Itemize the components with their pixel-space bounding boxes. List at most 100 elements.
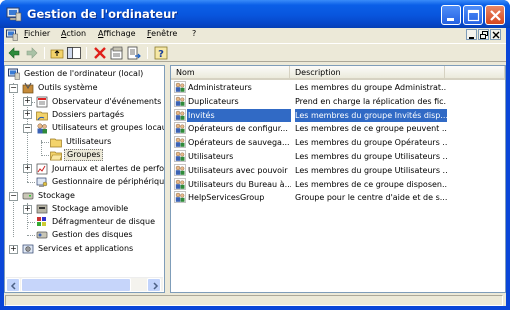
window-frame: Gestion de l'ordinateur Fichier Action A… <box>0 0 510 310</box>
group-description: Les membres de ce groupe disposen... <box>295 179 447 189</box>
group-name: Opérateurs de sauvega... <box>188 138 290 148</box>
tree-label: Stockage amovible <box>52 204 129 213</box>
tree-label: Utilisateurs <box>66 137 112 146</box>
client-area: Fichier Action Affichage Fenêtre ? ? Ges… <box>4 28 506 306</box>
menu-bar: Fichier Action Affichage Fenêtre ? <box>4 28 506 42</box>
group-description: Prend en charge la réplication des fic..… <box>295 96 447 106</box>
arrow-left-icon <box>10 282 16 290</box>
defrag-icon <box>37 217 46 226</box>
list-row[interactable]: Utilisateurs avec pouvoir Les membres du … <box>171 164 505 177</box>
minimize-button[interactable] <box>441 5 461 25</box>
group-description: Les membres du groupe Utilisateurs ... <box>295 152 447 161</box>
column-header-description[interactable]: Description <box>290 66 445 80</box>
minimize-icon <box>447 18 454 21</box>
properties-icon[interactable] <box>110 46 124 60</box>
up-folder-icon[interactable] <box>50 46 64 60</box>
forward-icon[interactable] <box>25 46 39 60</box>
tree-pane[interactable]: Gestion de l'ordinateur (local) − Outils… <box>4 65 165 293</box>
group-icon <box>174 150 186 162</box>
list-row[interactable]: Opérateurs de sauvega... Les membres du g… <box>171 136 505 149</box>
mdi-restore-button[interactable] <box>478 29 489 40</box>
list-row[interactable]: HelpServicesGroup Groupe pour le centre d… <box>171 191 505 204</box>
group-name: Invités <box>187 108 291 122</box>
group-icon <box>174 95 186 107</box>
tree-horizontal-scrollbar[interactable] <box>6 277 163 292</box>
expand-toggle[interactable]: + <box>9 245 18 254</box>
expand-toggle[interactable]: + <box>23 97 32 106</box>
menu-help[interactable]: ? <box>192 29 196 38</box>
tree-label: Services et applications <box>38 244 134 253</box>
expand-toggle[interactable]: + <box>23 205 32 214</box>
tree-line <box>27 222 35 223</box>
services-icon <box>22 244 34 254</box>
mdi-close-button[interactable] <box>490 29 501 40</box>
list-row[interactable]: Opérateurs de configur... Les membres de … <box>171 122 505 135</box>
disk-icon <box>22 192 34 200</box>
scroll-left-button[interactable] <box>6 278 20 292</box>
computer-icon <box>6 7 22 22</box>
tree-line <box>13 83 14 237</box>
toolbar-separator <box>86 47 87 59</box>
scroll-right-button[interactable] <box>147 278 161 292</box>
title-bar[interactable]: Gestion de l'ordinateur <box>0 0 510 28</box>
tree-line <box>41 155 49 156</box>
close-button[interactable] <box>485 5 505 25</box>
column-header-filler <box>445 66 505 80</box>
group-description: Les membres du groupe Utilisateurs ... <box>295 165 447 175</box>
computer-icon[interactable] <box>6 29 18 41</box>
toolbar-separator <box>44 47 45 59</box>
list-row[interactable]: Utilisateurs du Bureau à... Les membres d… <box>171 177 505 191</box>
delete-icon[interactable] <box>93 46 107 60</box>
help-icon[interactable]: ? <box>154 46 168 60</box>
toolbar-separator <box>147 47 148 59</box>
menu-fenetre[interactable]: Fenêtre <box>147 29 177 38</box>
device-manager-icon <box>36 177 48 187</box>
group-name: Utilisateurs avec pouvoir <box>188 165 288 175</box>
event-viewer-icon <box>36 96 48 108</box>
window-title: Gestion de l'ordinateur <box>27 7 177 21</box>
group-name: Administrateurs <box>188 83 252 92</box>
scroll-thumb[interactable] <box>21 278 131 292</box>
folder-open-icon <box>50 151 62 161</box>
tree-label: Gestion de l'ordinateur (local) <box>24 69 144 78</box>
disk-management-icon <box>36 231 48 239</box>
status-bar <box>4 295 506 306</box>
shared-folder-icon <box>36 111 48 121</box>
list-row[interactable]: Administrateurs Les membres du groupe Adm… <box>171 81 505 94</box>
svg-text:?: ? <box>158 49 164 60</box>
mdi-minimize-button[interactable] <box>466 29 477 40</box>
collapse-toggle[interactable]: − <box>23 124 32 133</box>
users-icon <box>37 123 47 134</box>
expand-toggle[interactable]: + <box>23 110 32 119</box>
group-name: HelpServicesGroup <box>188 193 265 203</box>
group-icon <box>174 164 186 176</box>
menu-affichage[interactable]: Affichage <box>98 29 136 38</box>
show-tree-icon[interactable] <box>67 46 81 60</box>
collapse-toggle[interactable]: − <box>9 84 18 93</box>
computer-icon <box>8 68 20 80</box>
back-icon[interactable] <box>7 46 21 60</box>
export-icon[interactable] <box>127 46 141 60</box>
tree-label: Observateur d'événements <box>52 97 162 106</box>
maximize-button[interactable] <box>463 5 483 25</box>
tree-label: Défragmenteur de disque <box>52 217 155 226</box>
collapse-toggle[interactable]: − <box>9 192 18 201</box>
menu-action[interactable]: Action <box>61 29 86 38</box>
list-row[interactable]: Invités Les membres du groupe Invités dis… <box>171 108 505 122</box>
minimize-icon <box>469 37 474 39</box>
group-name: Duplicateurs <box>188 96 239 106</box>
group-name: Utilisateurs <box>188 152 234 161</box>
arrow-right-icon <box>153 282 159 290</box>
column-header-name[interactable]: Nom <box>171 66 290 80</box>
list-row[interactable]: Duplicateurs Prend en charge la réplicati… <box>171 95 505 108</box>
tools-icon <box>22 82 34 94</box>
list-row[interactable]: Utilisateurs Les membres du groupe Utilis… <box>171 150 505 163</box>
menu-fichier[interactable]: Fichier <box>24 29 50 38</box>
group-icon <box>174 108 186 121</box>
toolbar: ? <box>4 43 506 62</box>
details-list[interactable]: Nom Description Administrateurs Les membr… <box>170 65 506 293</box>
tree-label: Utilisateurs et groupes locau <box>52 123 165 132</box>
group-description: Les membres du groupe Administrat... <box>295 83 447 92</box>
expand-toggle[interactable]: + <box>23 164 32 173</box>
tree-label-selected: Groupes <box>64 149 104 161</box>
